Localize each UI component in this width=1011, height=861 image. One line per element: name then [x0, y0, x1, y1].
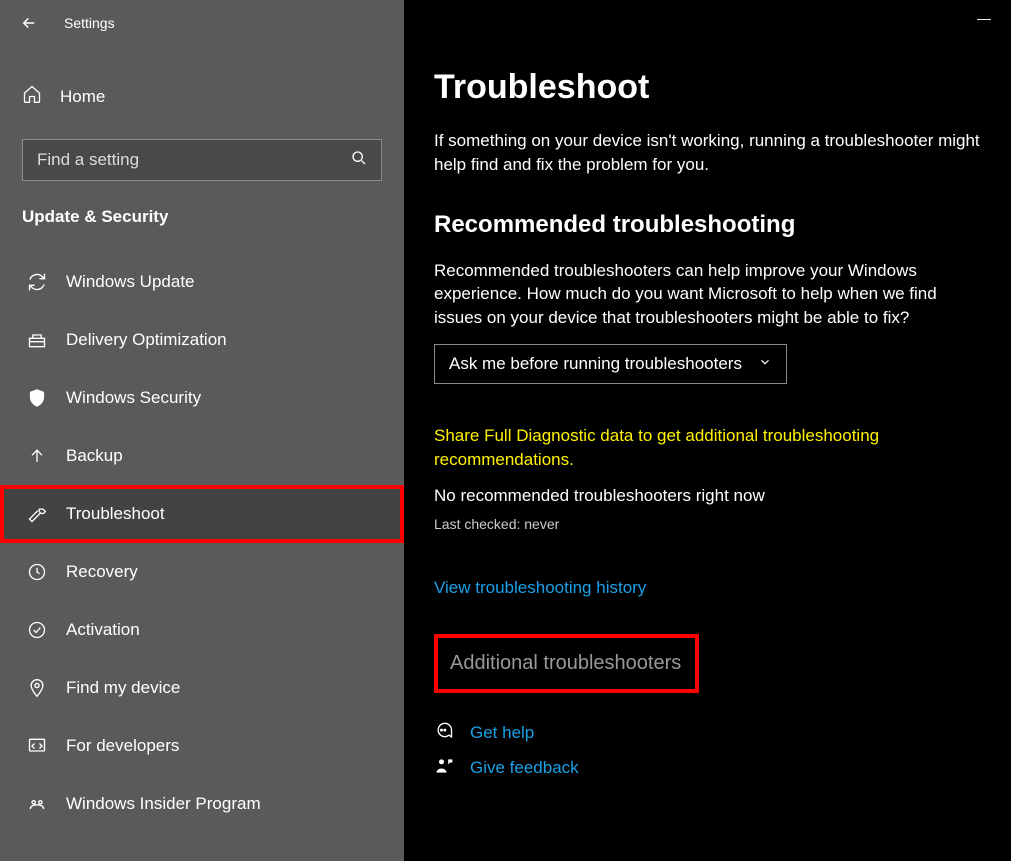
view-history-link[interactable]: View troubleshooting history — [434, 578, 981, 598]
sidebar-item-label: For developers — [66, 736, 179, 756]
share-diagnostic-link[interactable]: Share Full Diagnostic data to get additi… — [434, 424, 981, 472]
sidebar-item-label: Activation — [66, 620, 140, 640]
sidebar-item-find-my-device[interactable]: Find my device — [0, 659, 404, 717]
sidebar-item-label: Troubleshoot — [66, 504, 165, 524]
page-title: Troubleshoot — [434, 68, 981, 107]
nav-list: Windows Update Delivery Optimization Win… — [0, 253, 404, 833]
sidebar-item-windows-security[interactable]: Windows Security — [0, 369, 404, 427]
recovery-icon — [26, 561, 48, 583]
titlebar: Settings — [0, 0, 404, 42]
no-recommended-text: No recommended troubleshooters right now — [434, 486, 981, 506]
check-circle-icon — [26, 619, 48, 641]
section-recommended-heading: Recommended troubleshooting — [434, 211, 981, 239]
sidebar-item-label: Backup — [66, 446, 123, 466]
main-content: — Troubleshoot If something on your devi… — [404, 0, 1011, 861]
category-label: Update & Security — [22, 207, 382, 227]
shield-icon — [26, 387, 48, 409]
app-title: Settings — [64, 15, 115, 31]
sidebar-item-label: Windows Security — [66, 388, 201, 408]
sidebar-item-recovery[interactable]: Recovery — [0, 543, 404, 601]
troubleshoot-mode-dropdown[interactable]: Ask me before running troubleshooters — [434, 344, 787, 384]
location-icon — [26, 677, 48, 699]
delivery-icon — [26, 329, 48, 351]
additional-troubleshooters-link[interactable]: Additional troubleshooters — [434, 634, 699, 693]
feedback-icon — [434, 756, 454, 781]
sidebar-item-activation[interactable]: Activation — [0, 601, 404, 659]
home-icon — [22, 84, 42, 109]
search-icon — [351, 150, 367, 171]
sidebar: Settings Home Update & Security Windows … — [0, 0, 404, 861]
search-input-wrap[interactable] — [22, 139, 382, 181]
help-chat-icon — [434, 721, 454, 746]
sidebar-item-label: Recovery — [66, 562, 138, 582]
sidebar-item-delivery-optimization[interactable]: Delivery Optimization — [0, 311, 404, 369]
code-icon — [26, 735, 48, 757]
sidebar-item-insider-program[interactable]: Windows Insider Program — [0, 775, 404, 833]
sidebar-item-for-developers[interactable]: For developers — [0, 717, 404, 775]
last-checked-text: Last checked: never — [434, 516, 981, 532]
backup-icon — [26, 445, 48, 467]
sync-icon — [26, 271, 48, 293]
help-section: Get help Give feedback — [434, 721, 981, 781]
chevron-down-icon — [758, 354, 772, 374]
give-feedback-row[interactable]: Give feedback — [434, 756, 981, 781]
sidebar-item-label: Delivery Optimization — [66, 330, 227, 350]
section-recommended-desc: Recommended troubleshooters can help imp… — [434, 259, 981, 330]
minimize-button[interactable]: — — [977, 10, 991, 26]
dropdown-value: Ask me before running troubleshooters — [449, 354, 742, 374]
home-label: Home — [60, 87, 105, 107]
get-help-link[interactable]: Get help — [470, 723, 534, 743]
wrench-icon — [26, 503, 48, 525]
sidebar-item-backup[interactable]: Backup — [0, 427, 404, 485]
page-intro: If something on your device isn't workin… — [434, 129, 981, 177]
get-help-row[interactable]: Get help — [434, 721, 981, 746]
sidebar-item-label: Windows Update — [66, 272, 195, 292]
sidebar-item-windows-update[interactable]: Windows Update — [0, 253, 404, 311]
sidebar-item-label: Find my device — [66, 678, 180, 698]
insider-icon — [26, 793, 48, 815]
sidebar-item-troubleshoot[interactable]: Troubleshoot — [0, 485, 404, 543]
search-input[interactable] — [37, 150, 351, 170]
back-arrow-icon[interactable] — [20, 14, 38, 32]
home-nav[interactable]: Home — [0, 74, 404, 119]
give-feedback-link[interactable]: Give feedback — [470, 758, 579, 778]
sidebar-item-label: Windows Insider Program — [66, 794, 261, 814]
